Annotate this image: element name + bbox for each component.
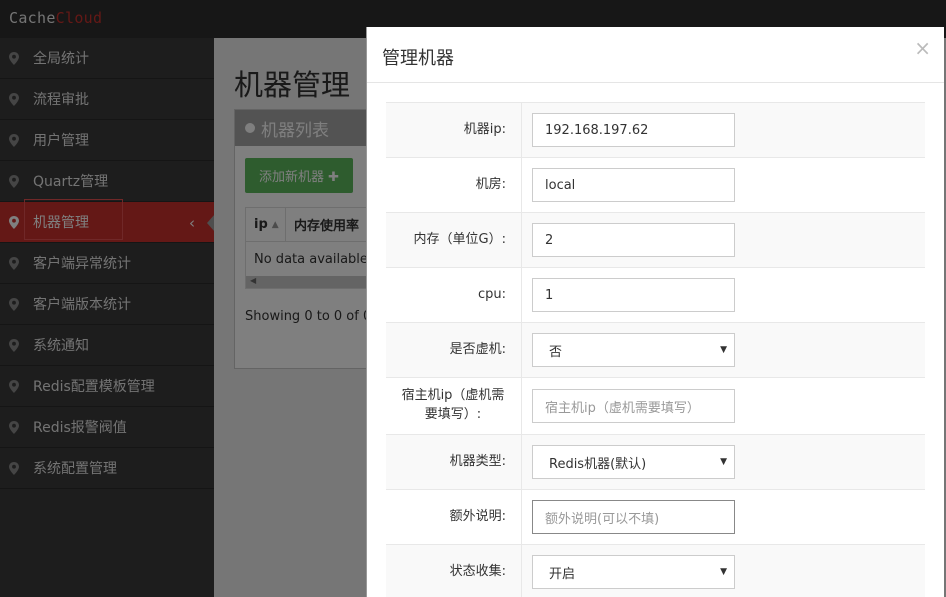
- field-cell: 宿主机ip（虚机需要填写）: [522, 378, 925, 434]
- close-icon[interactable]: ×: [914, 36, 931, 60]
- field-cell: 额外说明(可以不填): [522, 490, 925, 544]
- form-row: 是否虚机: 否 ▼: [386, 322, 925, 377]
- select-field[interactable]: 开启 ▼: [532, 555, 735, 589]
- field-label: 额外说明:: [386, 490, 522, 544]
- field-label: 内存（单位G）:: [386, 213, 522, 267]
- form-row: 状态收集: 开启 ▼: [386, 544, 925, 597]
- field-label: 机器ip:: [386, 103, 522, 157]
- caret-down-icon: ▼: [720, 457, 727, 467]
- field-cell: 否 ▼: [522, 323, 925, 377]
- field-cell: 1: [522, 268, 925, 322]
- form-row: 机器ip: 192.168.197.62: [386, 102, 925, 157]
- text-input[interactable]: 额外说明(可以不填): [532, 500, 735, 534]
- machine-form: 机器ip: 192.168.197.62 机房: local 内存（单位G）: 2 cpu:…: [386, 102, 925, 597]
- select-value: Redis机器(默认): [549, 456, 647, 472]
- field-label: 宿主机ip（虚机需要填写）:: [386, 378, 522, 434]
- text-input[interactable]: local: [532, 168, 735, 202]
- field-label: 状态收集:: [386, 545, 522, 597]
- select-field[interactable]: 否 ▼: [532, 333, 735, 367]
- text-input[interactable]: 1: [532, 278, 735, 312]
- divider: [367, 82, 944, 83]
- field-label: 机房:: [386, 158, 522, 212]
- form-row: cpu: 1: [386, 267, 925, 322]
- form-row: 机器类型: Redis机器(默认) ▼: [386, 434, 925, 489]
- modal-title: 管理机器: [382, 48, 454, 69]
- select-field[interactable]: Redis机器(默认) ▼: [532, 445, 735, 479]
- field-cell: 192.168.197.62: [522, 103, 925, 157]
- text-input[interactable]: 2: [532, 223, 735, 257]
- form-row: 机房: local: [386, 157, 925, 212]
- manage-machine-modal: 管理机器 × 机器ip: 192.168.197.62 机房: local 内存（单位G…: [366, 27, 944, 597]
- text-input[interactable]: 宿主机ip（虚机需要填写）: [532, 389, 735, 423]
- form-row: 宿主机ip（虚机需要填写）: 宿主机ip（虚机需要填写）: [386, 377, 925, 434]
- text-input[interactable]: 192.168.197.62: [532, 113, 735, 147]
- form-row: 额外说明: 额外说明(可以不填): [386, 489, 925, 544]
- select-value: 否: [549, 344, 563, 360]
- field-cell: 开启 ▼: [522, 545, 925, 597]
- select-value: 开启: [549, 566, 576, 582]
- field-cell: 2: [522, 213, 925, 267]
- caret-down-icon: ▼: [720, 345, 727, 355]
- field-cell: Redis机器(默认) ▼: [522, 435, 925, 489]
- field-label: 是否虚机:: [386, 323, 522, 377]
- field-label: 机器类型:: [386, 435, 522, 489]
- field-cell: local: [522, 158, 925, 212]
- caret-down-icon: ▼: [720, 567, 727, 577]
- field-label: cpu:: [386, 268, 522, 322]
- form-row: 内存（单位G）: 2: [386, 212, 925, 267]
